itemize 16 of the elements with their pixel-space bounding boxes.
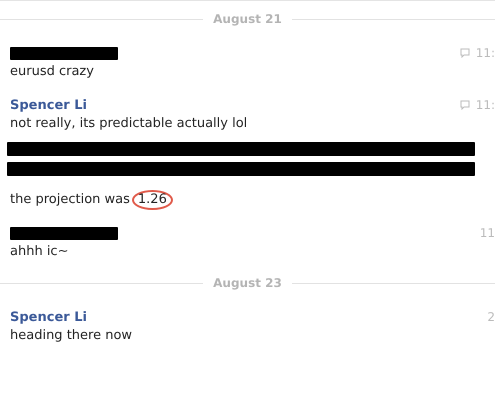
sender-name[interactable]: Spencer Li [10,310,87,324]
comment-icon[interactable] [460,100,470,110]
message-time: 11: [476,98,495,112]
sender-name[interactable]: Spencer Li [10,98,87,112]
message-time: 2 [487,310,495,324]
message-time: 11: [476,46,495,60]
message-text: eurusd crazy [10,64,94,79]
message-text: heading there now [10,328,132,343]
message-text: the projection was [10,192,130,207]
comment-icon[interactable] [460,48,470,58]
message-time: 11 [480,226,495,240]
circled-value: 1.26 [132,190,173,210]
message-text: ahhh ic~ [10,244,68,259]
date-divider-label: August 21 [213,12,282,26]
date-divider-label: August 23 [213,276,282,290]
message-text: not really, its predictable actually lol [10,116,248,131]
